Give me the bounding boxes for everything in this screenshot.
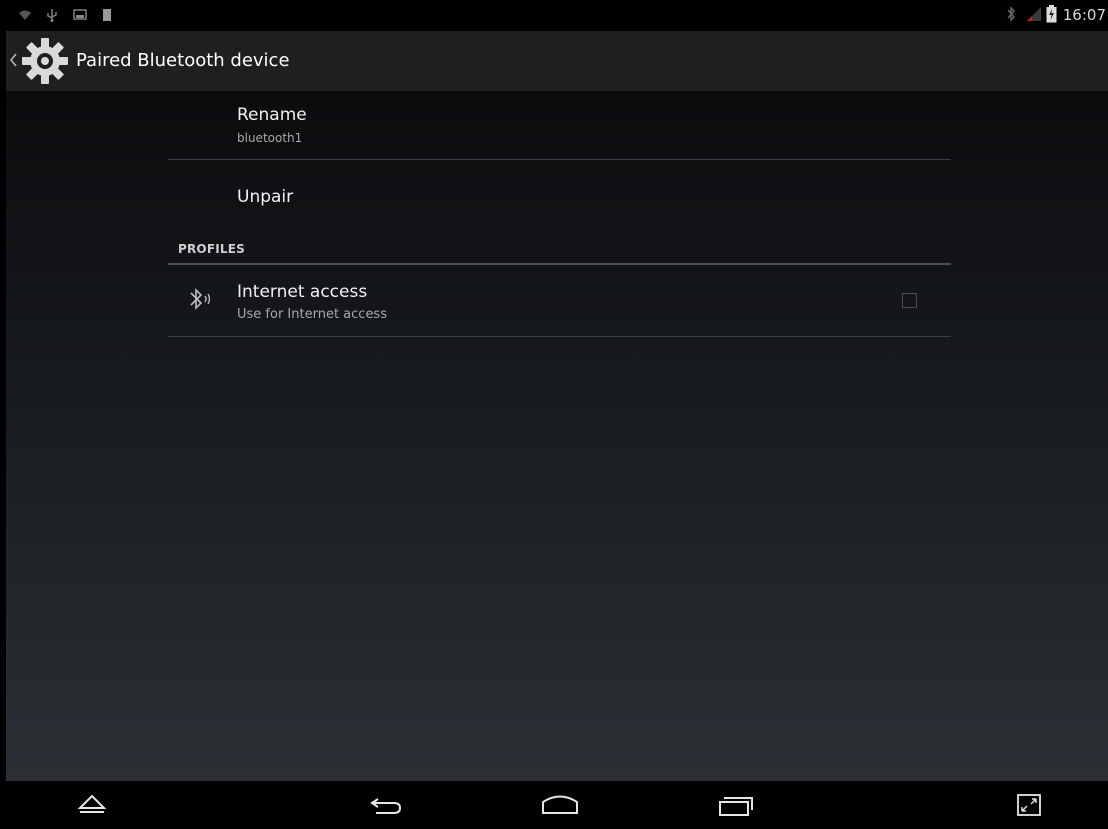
bluetooth-network-icon <box>188 287 216 315</box>
usb-icon <box>46 7 58 26</box>
internet-access-summary: Use for Internet access <box>237 307 387 322</box>
rename-summary: bluetooth1 <box>237 131 303 145</box>
rename-preference[interactable]: Rename bluetooth1 <box>168 91 951 159</box>
bluetooth-icon <box>1006 6 1016 26</box>
profiles-category-header: PROFILES <box>178 242 245 256</box>
internet-access-preference[interactable]: Internet access Use for Internet access <box>168 265 951 335</box>
screenshot-icon <box>73 7 87 26</box>
up-caret-icon[interactable] <box>10 52 18 71</box>
preferences-list: Rename bluetooth1 Unpair PROFILES Intern… <box>6 91 1108 781</box>
page-title: Paired Bluetooth device <box>76 50 290 71</box>
internet-access-title: Internet access <box>237 282 368 302</box>
recents-icon[interactable] <box>716 781 756 829</box>
home-icon[interactable] <box>540 781 580 829</box>
back-icon[interactable] <box>366 781 406 829</box>
divider <box>168 336 951 337</box>
fullscreen-icon[interactable] <box>1012 781 1048 829</box>
wifi-icon <box>18 7 32 26</box>
settings-icon[interactable] <box>20 36 70 90</box>
internet-access-checkbox[interactable] <box>902 293 917 308</box>
status-time: 16:07 <box>1062 6 1106 24</box>
navigation-bar <box>6 781 1108 829</box>
unpair-title: Unpair <box>237 187 294 207</box>
action-bar: Paired Bluetooth device <box>6 31 1108 91</box>
screen: 16:07 Paired Bluetooth device Rename blu… <box>0 0 1108 829</box>
unpair-preference[interactable]: Unpair <box>168 160 951 228</box>
sim-icon <box>101 7 113 26</box>
signal-icon <box>1026 6 1042 26</box>
battery-icon <box>1046 5 1057 27</box>
hide-keyboard-icon[interactable] <box>74 781 110 829</box>
status-bar: 16:07 <box>6 0 1108 31</box>
rename-title: Rename <box>237 105 307 125</box>
